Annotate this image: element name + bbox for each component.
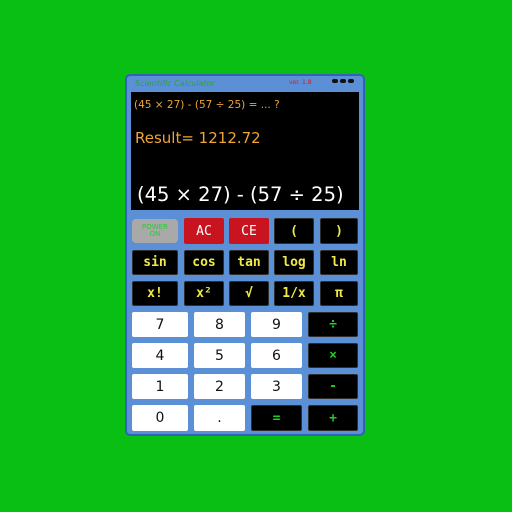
close-paren-button[interactable]: ) xyxy=(320,218,358,244)
digit-1-button[interactable]: 1 xyxy=(132,374,188,399)
digit-0-button[interactable]: 0 xyxy=(132,405,188,431)
digit-8-button[interactable]: 8 xyxy=(194,312,245,337)
version-label: ver. 1.8 xyxy=(289,79,312,86)
power-button[interactable]: POWER ON xyxy=(132,219,178,243)
sin-button[interactable]: sin xyxy=(132,250,178,275)
calculator-window: Scientific Calculator ver. 1.8 (45 × 27)… xyxy=(125,74,365,436)
cos-button[interactable]: cos xyxy=(184,250,224,275)
app-title: Scientific Calculator xyxy=(135,79,215,88)
decimal-button[interactable]: . xyxy=(194,405,245,431)
reciprocal-button[interactable]: 1/x xyxy=(274,281,314,306)
digit-3-button[interactable]: 3 xyxy=(251,374,302,399)
multiply-button[interactable]: × xyxy=(308,343,358,368)
expression-text: (45 × 27) - (57 ÷ 25) xyxy=(137,183,344,206)
minus-button[interactable]: - xyxy=(308,374,358,399)
dot-icon xyxy=(340,79,346,83)
title-bar: Scientific Calculator ver. 1.8 xyxy=(127,76,363,91)
open-paren-button[interactable]: ( xyxy=(274,218,314,244)
log-button[interactable]: log xyxy=(274,250,314,275)
result-text: Result= 1212.72 xyxy=(135,129,261,147)
plus-button[interactable]: + xyxy=(308,405,358,431)
digit-9-button[interactable]: 9 xyxy=(251,312,302,337)
clear-entry-button[interactable]: CE xyxy=(229,218,269,244)
display-screen: (45 × 27) - (57 ÷ 25) = ... ? Result= 12… xyxy=(131,92,359,210)
divide-button[interactable]: ÷ xyxy=(308,312,358,337)
digit-4-button[interactable]: 4 xyxy=(132,343,188,368)
ln-button[interactable]: ln xyxy=(320,250,358,275)
dot-icon xyxy=(332,79,338,83)
dot-icon xyxy=(348,79,354,83)
digit-2-button[interactable]: 2 xyxy=(194,374,245,399)
question-text: (45 × 27) - (57 ÷ 25) = ... ? xyxy=(134,99,280,111)
menu-dots-icon[interactable] xyxy=(332,79,356,84)
power-state-label: ON xyxy=(149,230,161,238)
pi-button[interactable]: π xyxy=(320,281,358,306)
factorial-button[interactable]: x! xyxy=(132,281,178,306)
equals-button[interactable]: = xyxy=(251,405,302,431)
digit-7-button[interactable]: 7 xyxy=(132,312,188,337)
all-clear-button[interactable]: AC xyxy=(184,218,224,244)
digit-6-button[interactable]: 6 xyxy=(251,343,302,368)
tan-button[interactable]: tan xyxy=(229,250,269,275)
sqrt-button[interactable]: √ xyxy=(229,281,269,306)
square-button[interactable]: x² xyxy=(184,281,224,306)
digit-5-button[interactable]: 5 xyxy=(194,343,245,368)
